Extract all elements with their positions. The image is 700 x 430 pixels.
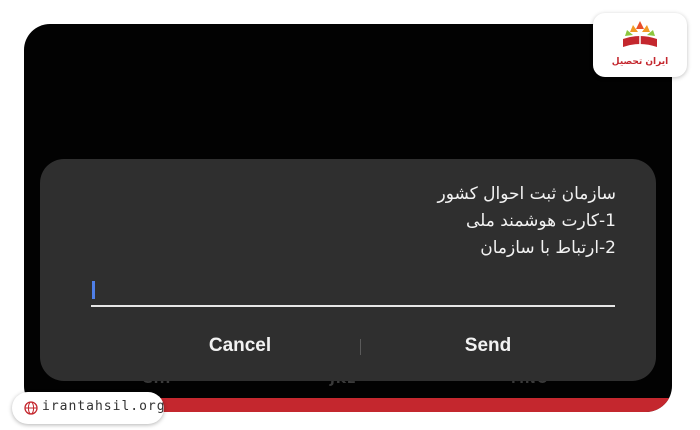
globe-icon [24,401,38,415]
site-url: irantahsil.org [42,399,166,414]
book-logo-icon [623,21,657,47]
ussd-dialog: سازمان ثبت احوال کشور 1-کارت هوشمند ملی … [40,159,656,381]
send-button[interactable]: Send [408,331,568,361]
brand-logo: ایران تحصیل [593,13,687,77]
text-caret [92,281,95,299]
message-line: سازمان ثبت احوال کشور [437,184,616,204]
message-line: 2-ارتباط با سازمان [480,238,616,258]
message-line: 1-کارت هوشمند ملی [465,211,616,231]
button-divider [360,339,361,355]
reply-input[interactable] [91,275,615,305]
dialog-message: سازمان ثبت احوال کشور 1-کارت هوشمند ملی … [437,181,616,262]
phone-screen: GHI JKL MNO سازمان ثبت احوال کشور 1-کارت… [24,24,672,412]
reply-input-wrapper[interactable] [91,275,615,307]
brand-name: ایران تحصیل [611,57,669,67]
site-badge[interactable]: irantahsil.org [12,392,166,424]
cancel-button[interactable]: Cancel [160,331,320,361]
